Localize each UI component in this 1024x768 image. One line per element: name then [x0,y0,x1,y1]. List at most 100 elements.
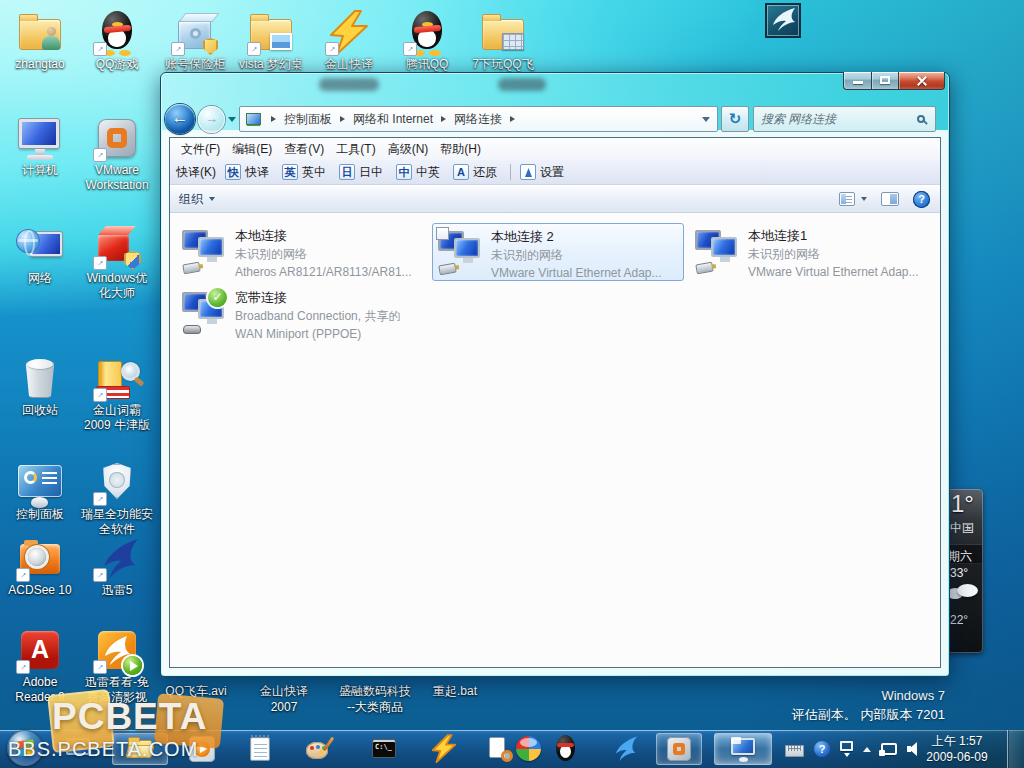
connection-item[interactable]: 本地连接1未识别的网络VMware Virtual Ethernet Adap.… [690,223,942,281]
desktop-icon-kingsoft-fastait[interactable]: 金山快译 [310,10,388,72]
breadcrumb-arrow-icon [340,116,345,122]
desktop-icon-vista-dream-desktop[interactable]: vista 梦幻桌 [232,10,310,72]
breadcrumb-item-3[interactable]: 网络连接 [454,111,502,128]
taskbar-button-paint[interactable] [298,733,338,765]
desktop-icon-control-panel[interactable]: 控制面板 [1,460,79,522]
shortcut-arrow-icon [93,388,107,402]
kingsoft-settings-label: 设置 [540,164,564,181]
cpanel-icon [16,460,64,506]
desktop-icon-tencent-qq[interactable]: 腾讯QQ [388,10,466,72]
organize-button[interactable]: 组织 [179,191,215,208]
paint-icon [303,734,333,764]
desktop-icon-zhangtao[interactable]: zhangtao [1,10,79,72]
show-desktop-button[interactable] [1007,730,1024,768]
kingsoft-fastait-icon [429,734,459,764]
network-connection-icon [181,228,231,274]
address-bar[interactable]: 控制面板 网络和 Internet 网络连接 [239,106,718,132]
tray-help-icon[interactable]: ? [814,741,830,757]
taskbar-button-network-connections[interactable] [714,733,772,765]
desktop-icon-label: 腾讯QQ [388,57,466,72]
pcbeta-watermark: PCBETA BBS.PCBETA.COM [6,688,256,768]
menu-item[interactable]: 高级(N) [382,138,435,160]
desktop-icon-label: 瑞星全功能安 全软件 [78,507,156,537]
connection-item[interactable]: 本地连接未识别的网络Atheros AR8121/AR8113/AR81... [177,223,429,281]
kingsoft-button-label: 日中 [359,164,383,181]
recent-pages-caret[interactable] [228,117,236,122]
desktop-icon-label-restart-bat[interactable]: 重起.bat [400,683,510,699]
close-button[interactable] [898,72,945,90]
forward-button[interactable]: → [198,106,225,133]
watermark-url: BBS.PCBETA.COM [8,738,198,761]
back-button[interactable]: ← [165,104,195,134]
taskbar-clock[interactable]: 上午 1:57 2009-06-09 [912,733,1002,765]
menu-item[interactable]: 查看(V) [278,138,330,160]
minimize-button[interactable] [843,72,871,90]
connection-title: 本地连接 2 [491,228,681,246]
desktop-icon-rising-antivirus[interactable]: 瑞星全功能安 全软件 [78,460,156,537]
network-connections-icon [728,734,758,764]
kingsoft-button[interactable]: 快快译 [225,164,269,181]
taskbar-button-kingsoft-fastait[interactable] [424,733,464,765]
tray-up-arrow-icon[interactable] [863,747,871,752]
desktop-icon-thunder-5[interactable]: 迅雷5 [78,536,156,598]
desktop-icon-vmware-workstation[interactable]: VMware Workstation [78,116,156,193]
taskbar-button-cmd[interactable]: C:\_ [364,733,404,765]
kingsoft-button[interactable]: 中中英 [396,164,440,181]
connection-item[interactable]: ✓宽带连接Broadband Connection, 共享的WAN Minipo… [177,285,429,343]
refresh-button[interactable]: ↻ [721,106,749,132]
shortcut-arrow-icon [325,42,339,56]
taskbar-button-qq-speed[interactable] [604,733,644,765]
menu-item[interactable]: 工具(T) [330,138,381,160]
desktop-icon-acdsee-10[interactable]: ACDSee 10 [1,536,79,598]
kingsoft-badge: 英 [282,164,298,180]
connection-title: 宽带连接 [235,289,427,307]
breadcrumb-item-1[interactable]: 控制面板 [284,111,332,128]
desktop: zhangtaoQQ游戏账号保险柜vista 梦幻桌金山快译腾讯QQ7下玩QQ飞… [0,0,1024,768]
views-icon[interactable] [839,192,855,206]
desktop-icon-label: 迅雷5 [78,583,156,598]
address-dropdown-caret[interactable] [702,117,710,122]
breadcrumb-item-2[interactable]: 网络和 Internet [353,111,433,128]
connection-status: 未识别的网络 [491,246,681,264]
kingsoft-button[interactable]: A还原 [453,164,497,181]
vmware-icon [664,734,694,764]
kingsoft-settings-button[interactable]: 设置 [520,164,564,181]
connection-item[interactable]: 本地连接 2未识别的网络VMware Virtual Ethernet Adap… [432,223,684,281]
menu-item[interactable]: 帮助(H) [434,138,487,160]
blurred-text-1 [319,78,379,91]
menu-item[interactable]: 编辑(E) [226,138,278,160]
desktop-icon-label: 网络 [1,271,79,286]
desktop-icon-account-safe[interactable]: 账号保险柜 [156,10,234,72]
desktop-icon-computer[interactable]: 计算机 [1,116,79,178]
organize-caret [209,197,215,201]
kingsoft-button[interactable]: 英英中 [282,164,326,181]
preview-pane-icon[interactable] [881,192,899,206]
shortcut-arrow-icon [93,256,107,270]
taskbar-button-qq-game-hall[interactable] [512,733,546,765]
rising-icon [93,460,141,506]
items-area: 本地连接未识别的网络Atheros AR8121/AR8113/AR81...本… [170,215,940,667]
desktop-icon-recycle-bin[interactable]: 回收站 [1,356,79,418]
tray-keyboard-icon[interactable] [785,742,804,757]
shortcut-arrow-icon [93,568,107,582]
desktop-icon-network[interactable]: 网络 [1,224,79,286]
acdsee-icon [16,536,64,582]
menu-item[interactable]: 文件(F) [175,138,226,160]
tray-window-small-icon[interactable] [840,741,853,757]
taskbar-button-vmware[interactable] [656,733,702,765]
desktop-icon-qq-games[interactable]: QQ游戏 [78,10,156,72]
taskbar-button-qq[interactable] [548,733,582,765]
views-caret[interactable] [861,197,867,201]
desktop-icon-kingsoft-ciba[interactable]: 金山词霸 2009 牛津版 [78,356,156,433]
search-box[interactable]: 搜索 网络连接 [753,106,936,132]
network-connection-icon: ✓ [181,290,231,336]
lightning-icon [325,10,373,56]
help-icon[interactable]: ? [913,191,930,208]
clock-time: 上午 1:57 [912,733,1002,749]
blurred-text-2 [498,78,546,91]
kingsoft-button[interactable]: 日日中 [339,164,383,181]
tray-network-icon[interactable] [881,743,897,755]
desktop-icon-windows-youhua-dashi[interactable]: Windows优 化大师 [78,224,156,301]
command-bar: 组织 ? [170,185,940,213]
maximize-button[interactable] [871,72,898,90]
